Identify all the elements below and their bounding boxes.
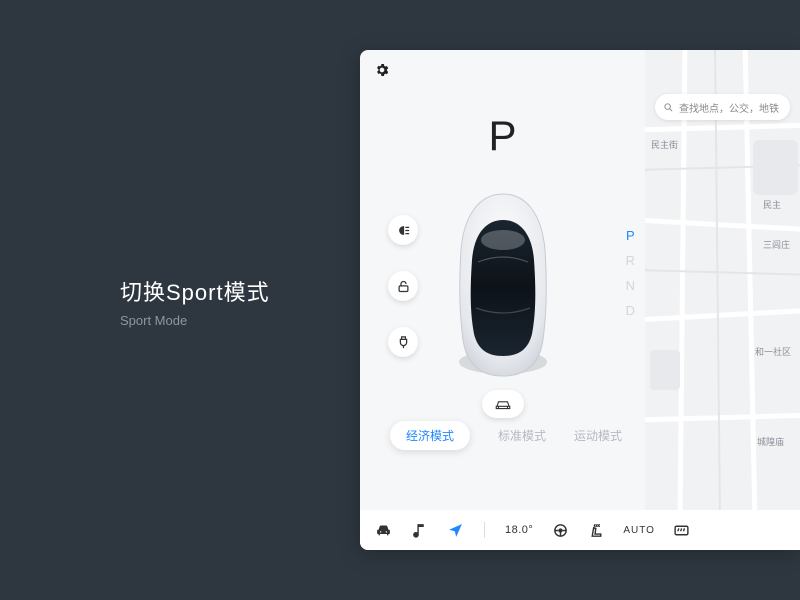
seat-heater-icon (588, 522, 605, 539)
mode-normal[interactable]: 标准模式 (498, 427, 546, 444)
svg-text:民主: 民主 (763, 199, 781, 210)
lock-button[interactable] (388, 271, 418, 301)
svg-text:和一社区: 和一社区 (755, 346, 791, 357)
bottom-car-button[interactable] (374, 521, 392, 539)
steering-wheel-icon (552, 522, 569, 539)
bottom-auto-button[interactable]: AUTO (623, 525, 655, 536)
bottom-nav-button[interactable] (446, 521, 464, 539)
gear-n[interactable]: N (626, 278, 635, 293)
car-area: P 经济模 (360, 50, 645, 510)
gear-r[interactable]: R (626, 253, 635, 268)
charge-button[interactable] (388, 327, 418, 357)
headline-zh: 切换Sport模式 (120, 275, 270, 307)
bottom-music-button[interactable] (410, 521, 428, 539)
gear-indicator-large: P (360, 112, 645, 160)
car-icon (375, 522, 392, 539)
navigate-icon (447, 522, 464, 539)
bottom-defrost-button[interactable] (673, 521, 691, 539)
lock-icon (396, 279, 411, 294)
svg-text:城隍庙: 城隍庙 (757, 436, 784, 447)
mode-eco[interactable]: 经济模式 (390, 421, 470, 450)
music-icon (411, 522, 428, 539)
headlights-icon (396, 223, 411, 238)
temperature-value[interactable]: 18.0° (505, 524, 533, 536)
bottom-bar: 18.0° AUTO (360, 510, 800, 550)
headline: 切换Sport模式 Sport Mode (120, 275, 270, 328)
bottom-seat-button[interactable] (587, 521, 605, 539)
car-top-image (448, 190, 558, 380)
gear-selector[interactable]: P R N D (626, 228, 635, 318)
headlights-button[interactable] (388, 215, 418, 245)
side-controls (388, 215, 418, 357)
svg-text:三闾庄: 三闾庄 (763, 239, 790, 250)
search-icon (663, 102, 674, 113)
defrost-icon (673, 522, 690, 539)
vehicle-front-button[interactable] (482, 390, 524, 418)
bottom-wheel-button[interactable] (551, 521, 569, 539)
mode-sport[interactable]: 运动模式 (574, 427, 622, 444)
search-placeholder: 查找地点，公交，地铁 (679, 100, 779, 115)
charge-icon (396, 335, 411, 350)
dashboard-panel: 352 km P (360, 50, 800, 550)
separator (484, 522, 485, 538)
gear-d[interactable]: D (626, 303, 635, 318)
headline-en: Sport Mode (120, 313, 270, 328)
gear-p[interactable]: P (626, 228, 635, 243)
svg-text:民主街: 民主街 (651, 139, 678, 150)
map-search[interactable]: 查找地点，公交，地铁 (655, 94, 790, 120)
vehicle-front-icon (494, 398, 512, 410)
drive-mode-row: 经济模式 标准模式 运动模式 (376, 421, 636, 450)
